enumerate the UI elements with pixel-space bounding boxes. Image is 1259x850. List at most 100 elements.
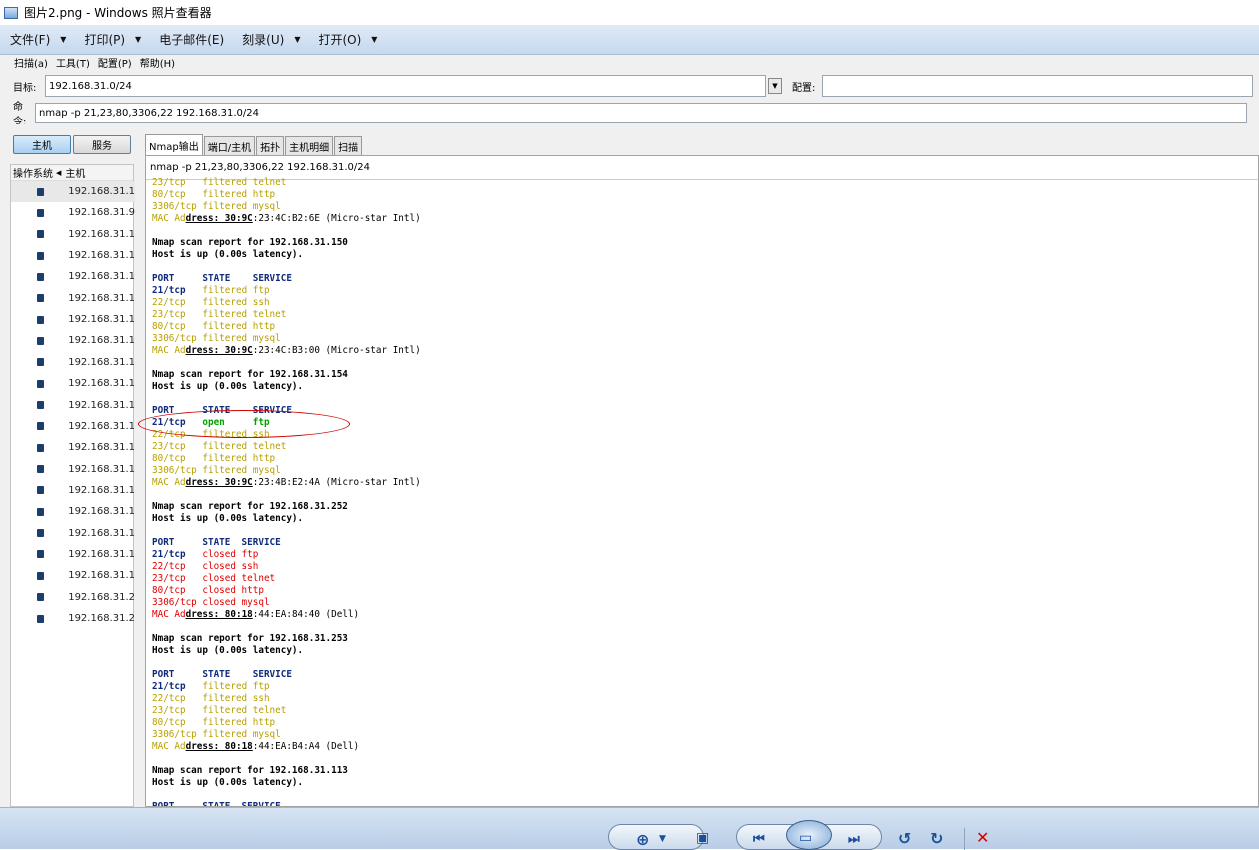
delete-icon[interactable]: ✕ [976,828,989,847]
profile-input[interactable] [822,75,1253,97]
output-line: Nmap scan report for 192.168.31.154 [152,369,1252,381]
services-button[interactable]: 服务 [73,135,131,154]
target-input[interactable]: 192.168.31.0/24 [45,75,766,97]
host-row[interactable]: 192.168.31.1 [11,437,135,458]
output-line: 22/tcp filtered ssh [152,297,1252,309]
output-segment: 3306/tcp filtered mysql [152,465,281,476]
host-row[interactable]: 192.168.31.1 [11,395,135,416]
output-segment: 21/tcp [152,549,186,560]
rotate-left-icon[interactable]: ↺ [898,829,911,848]
nmap-output-text[interactable]: 23/tcp filtered telnet 80/tcp filtered ht… [152,177,1252,806]
next-icon[interactable]: ⏭ [848,832,860,847]
host-address: 192.168.31.1 [68,271,135,283]
os-icon [37,336,45,345]
main-pane: Nmap输出 端口/主机 拓扑 主机明细 扫描 nmap -p 21,23,80… [145,124,1259,807]
host-row[interactable]: 192.168.31.1 [11,501,135,522]
target-label: 目标: [13,82,37,94]
host-row[interactable]: 192.168.31.1 [11,245,135,266]
output-line: MAC Address: 30:9C:23:4B:E2:4A (Micro-st… [152,477,1252,489]
column-os[interactable]: 操作系统 [13,165,53,180]
host-row[interactable]: 192.168.31.1 [11,181,135,202]
host-row[interactable]: 192.168.31.1 [11,330,135,351]
os-icon [37,272,45,281]
host-row[interactable]: 192.168.31.1 [11,288,135,309]
output-line: 23/tcp closed telnet [152,573,1252,585]
host-row[interactable]: 192.168.31.1 [11,544,135,565]
host-row[interactable]: 192.168.31.1 [11,309,135,330]
menu-help[interactable]: 帮助(H) [140,55,175,70]
tab-scans[interactable]: 扫描 [334,136,363,155]
host-row[interactable]: 192.168.31.1 [11,565,135,586]
tab-host-details[interactable]: 主机明细 [285,136,334,155]
tab-nmap-output[interactable]: Nmap输出 [145,134,203,155]
output-segment: 23/tcp filtered telnet [152,441,287,452]
menu-print[interactable]: 打印(P) ▼ [84,31,141,48]
os-icon [37,315,45,324]
host-address: 192.168.31.1 [68,228,135,240]
os-icon [37,294,45,303]
menu-email[interactable]: 电子邮件(E) [159,31,224,48]
output-line: 21/tcp filtered ftp [152,681,1252,693]
output-segment: Host is up (0.00s latency). [152,645,304,656]
os-icon [37,465,45,474]
output-segment: 80/tcp filtered http [152,321,276,332]
profile-label: 配置: [792,82,816,94]
host-row[interactable]: 192.168.31.1 [11,352,135,373]
tab-topology[interactable]: 拓扑 [256,136,285,155]
host-row[interactable]: 192.168.31.1 [11,373,135,394]
host-row[interactable]: 192.168.31.2 [11,587,135,608]
host-row[interactable]: 192.168.31.1 [11,224,135,245]
chevron-down-icon: ▼ [772,82,778,90]
host-address: 192.168.31.2 [68,613,135,624]
menu-profile[interactable]: 配置(P) [98,55,132,70]
menu-file[interactable]: 文件(F) ▼ [10,31,66,48]
host-row[interactable]: 192.168.31.1 [11,266,135,287]
zoom-icon[interactable]: ⊕ [636,830,649,849]
rotate-right-icon[interactable]: ↻ [930,829,943,848]
output-segment: 3306/tcp filtered mysql [152,201,281,212]
host-address: 192.168.31.1 [68,484,135,496]
menu-burn[interactable]: 刻录(U) ▼ [242,31,300,48]
fit-icon[interactable]: ▣ [696,830,709,846]
output-tabs: Nmap输出 端口/主机 拓扑 主机明细 扫描 [145,134,363,155]
menu-open[interactable]: 打开(O) ▼ [318,31,377,48]
menu-tools[interactable]: 工具(T) [56,55,90,70]
output-segment: closed ftp [185,549,259,560]
tab-ports-hosts[interactable]: 端口/主机 [203,136,256,155]
hosts-button[interactable]: 主机 [13,135,71,154]
output-segment: Host is up (0.00s latency). [152,513,304,524]
column-host[interactable]: 主机 [65,165,85,180]
host-row[interactable]: 192.168.31.2 [11,608,135,629]
target-dropdown-button[interactable]: ▼ [768,78,782,94]
output-line: 22/tcp closed ssh [152,561,1252,573]
slideshow-icon: ▭ [799,830,813,846]
output-segment: PORT STATE SERVICE [152,273,292,284]
menu-scan[interactable]: 扫描(a) [14,55,48,70]
host-row[interactable]: 192.168.31.9 [11,202,135,223]
host-row[interactable]: 192.168.31.1 [11,459,135,480]
output-segment: filtered ftp [185,681,270,692]
os-icon [37,614,45,623]
output-line: Nmap scan report for 192.168.31.253 [152,633,1252,645]
host-address: 192.168.31.1 [68,442,135,454]
chevron-down-icon: ▼ [135,35,142,44]
host-address: 192.168.31.1 [68,527,135,539]
output-line: 23/tcp filtered telnet [152,177,1252,189]
output-segment: 21/tcp [152,285,186,296]
output-line: 3306/tcp filtered mysql [152,333,1252,345]
app-icon [4,6,18,19]
chevron-down-icon[interactable]: ▼ [659,834,666,844]
output-line: Host is up (0.00s latency). [152,645,1252,657]
host-row[interactable]: 192.168.31.1 [11,416,135,437]
chevron-down-icon: ▼ [294,35,301,44]
host-row[interactable]: 192.168.31.1 [11,480,135,501]
command-input[interactable]: nmap -p 21,23,80,3306,22 192.168.31.0/24 [35,103,1247,123]
previous-icon[interactable]: ⏮ [753,832,765,847]
host-address: 192.168.31.1 [68,314,135,326]
host-address: 192.168.31.9 [68,207,135,219]
host-row[interactable]: 192.168.31.1 [11,523,135,544]
host-address: 192.168.31.1 [68,335,135,347]
